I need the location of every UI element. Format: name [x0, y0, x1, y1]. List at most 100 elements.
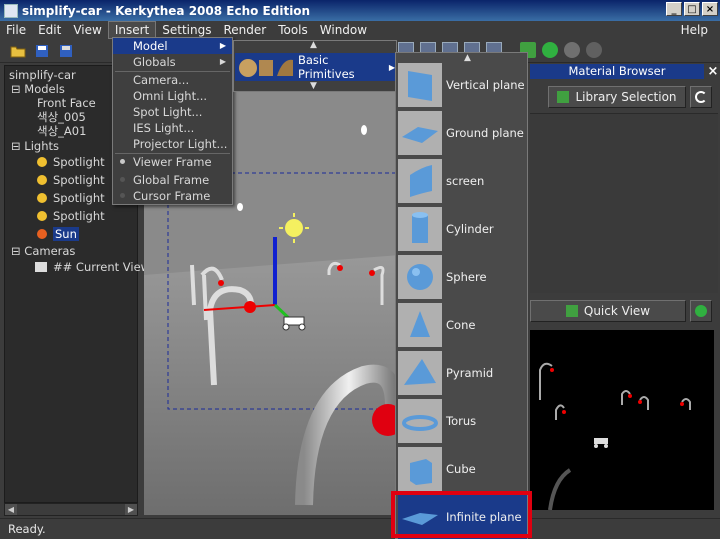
- primitive-vertical-plane[interactable]: Vertical plane: [398, 62, 527, 108]
- tree-light-label: Spotlight: [53, 155, 105, 169]
- sphere-icon: [398, 255, 442, 299]
- tree-light-item[interactable]: Spotlight: [37, 190, 105, 206]
- save-all-icon[interactable]: [56, 42, 76, 60]
- maximize-button[interactable]: □: [684, 2, 700, 16]
- tree-lights[interactable]: ⊟ Lights: [11, 138, 59, 154]
- menu-item-label: Cursor Frame: [133, 189, 211, 203]
- menu-item-omni-light[interactable]: Omni Light...: [113, 88, 232, 104]
- primitive-torus[interactable]: Torus: [398, 398, 527, 444]
- menu-window[interactable]: Window: [314, 21, 373, 39]
- quick-view-label: Quick View: [583, 304, 651, 318]
- primitive-cone[interactable]: Cone: [398, 302, 527, 348]
- library-selection-label: Library Selection: [575, 90, 677, 104]
- tree-models-label: Models: [24, 82, 65, 96]
- bulb-icon: [37, 211, 47, 221]
- chevron-right-icon: ▶: [219, 41, 226, 50]
- menu-view[interactable]: View: [67, 21, 107, 39]
- menu-item-ies-light[interactable]: IES Light...: [113, 120, 232, 136]
- primitive-label: Ground plane: [446, 126, 524, 140]
- tree-cameras[interactable]: ⊟ Cameras: [11, 243, 75, 259]
- menu-item-label: Globals: [133, 55, 176, 69]
- scroll-right-icon[interactable]: ▶: [125, 504, 137, 515]
- cone-icon: [398, 303, 442, 347]
- primitive-label: Cone: [446, 318, 476, 332]
- primitive-pyramid[interactable]: Pyramid: [398, 350, 527, 396]
- app-icon: [4, 3, 18, 18]
- tree-cameras-label: Cameras: [24, 244, 76, 258]
- chevron-right-icon: ▶: [219, 57, 226, 66]
- menu-bar: File Edit View Insert Settings Render To…: [0, 21, 720, 39]
- stop-icon[interactable]: [586, 42, 602, 58]
- cylinder-icon: [398, 207, 442, 251]
- material-list[interactable]: [530, 113, 718, 293]
- tree-light-label: Sun: [53, 227, 79, 241]
- title-bar: simplify-car - Kerkythea 2008 Echo Editi…: [0, 0, 720, 21]
- status-bar: Ready.: [0, 518, 720, 539]
- tree-light-item[interactable]: Spotlight: [37, 172, 105, 188]
- scroll-up-icon[interactable]: ▲: [310, 40, 317, 50]
- primitive-cube[interactable]: Cube: [398, 446, 527, 492]
- tree-model-item[interactable]: 색상_A01: [37, 123, 86, 139]
- menu-edit[interactable]: Edit: [32, 21, 67, 39]
- vertical-plane-icon: [398, 63, 442, 107]
- menu-item-label: Viewer Frame: [133, 155, 212, 169]
- radio-selected-icon: [120, 159, 125, 164]
- library-icon: [557, 91, 570, 103]
- library-selection-button[interactable]: Library Selection: [548, 86, 686, 108]
- menu-item-label: Model: [133, 39, 168, 53]
- quick-view-preview: [530, 330, 714, 511]
- menu-item-projector-light[interactable]: Projector Light...: [113, 136, 232, 152]
- menu-item-global-frame[interactable]: Global Frame: [113, 172, 232, 188]
- save-icon[interactable]: [32, 42, 52, 60]
- sun-icon: [37, 229, 47, 239]
- menu-tools[interactable]: Tools: [272, 21, 314, 39]
- close-icon[interactable]: ×: [706, 64, 720, 79]
- tree-light-item[interactable]: Spotlight: [37, 208, 105, 224]
- camera-icon: [35, 262, 47, 272]
- primitive-ground-plane[interactable]: Ground plane: [398, 110, 527, 156]
- primitive-sphere[interactable]: Sphere: [398, 254, 527, 300]
- tree-light-item[interactable]: Sun: [37, 226, 79, 242]
- insert-menu-dropdown: Model ▶ Globals ▶ Camera... Omni Light... …: [112, 37, 233, 205]
- menu-help[interactable]: Help: [675, 21, 714, 39]
- menu-item-model[interactable]: Model ▶: [113, 38, 232, 54]
- tree-scrollbar[interactable]: ◀ ▶: [4, 503, 138, 516]
- globe-icon[interactable]: [542, 42, 558, 58]
- scroll-down-icon[interactable]: ▼: [310, 81, 317, 91]
- menu-item-camera[interactable]: Camera...: [113, 72, 232, 88]
- menu-item-globals[interactable]: Globals ▶: [113, 54, 232, 70]
- cube-icon: [398, 447, 442, 491]
- primitive-label: Cylinder: [446, 222, 494, 236]
- window-title: simplify-car - Kerkythea 2008 Echo Editi…: [22, 3, 311, 18]
- tree-lights-label: Lights: [24, 139, 59, 153]
- menu-item-basic-primitives[interactable]: Basic Primitives ▶: [235, 53, 395, 81]
- menu-item-viewer-frame[interactable]: Viewer Frame: [113, 154, 232, 170]
- close-button[interactable]: ×: [702, 2, 718, 16]
- gear-icon[interactable]: [564, 42, 580, 58]
- quick-view-icon: [565, 305, 578, 317]
- open-folder-icon[interactable]: [8, 42, 28, 60]
- tree-light-item[interactable]: Spotlight: [37, 154, 105, 170]
- minimize-button[interactable]: _: [666, 2, 682, 16]
- menu-file[interactable]: File: [0, 21, 32, 39]
- refresh-button[interactable]: [690, 86, 712, 108]
- torus-icon: [398, 399, 442, 443]
- menu-item-spot-light[interactable]: Spot Light...: [113, 104, 232, 120]
- material-browser-header: Material Browser: [530, 64, 704, 79]
- primitive-label: Torus: [446, 414, 477, 428]
- tree-camera-item[interactable]: ## Current View: [35, 259, 150, 275]
- scroll-left-icon[interactable]: ◀: [5, 504, 17, 515]
- quick-view-button[interactable]: Quick View: [530, 300, 686, 322]
- refresh-icon: [695, 91, 707, 103]
- render-quickview-button[interactable]: [690, 300, 712, 322]
- primitive-screen[interactable]: screen: [398, 158, 527, 204]
- bulb-icon: [37, 157, 47, 167]
- preview-render: [539, 362, 691, 511]
- ground-plane-icon: [398, 111, 442, 155]
- primitive-cylinder[interactable]: Cylinder: [398, 206, 527, 252]
- primitives-icon: [237, 54, 295, 80]
- menu-item-cursor-frame[interactable]: Cursor Frame: [113, 188, 232, 204]
- primitive-label: Pyramid: [446, 366, 494, 380]
- window-controls: _ □ ×: [666, 2, 718, 16]
- tree-light-label: Spotlight: [53, 191, 105, 205]
